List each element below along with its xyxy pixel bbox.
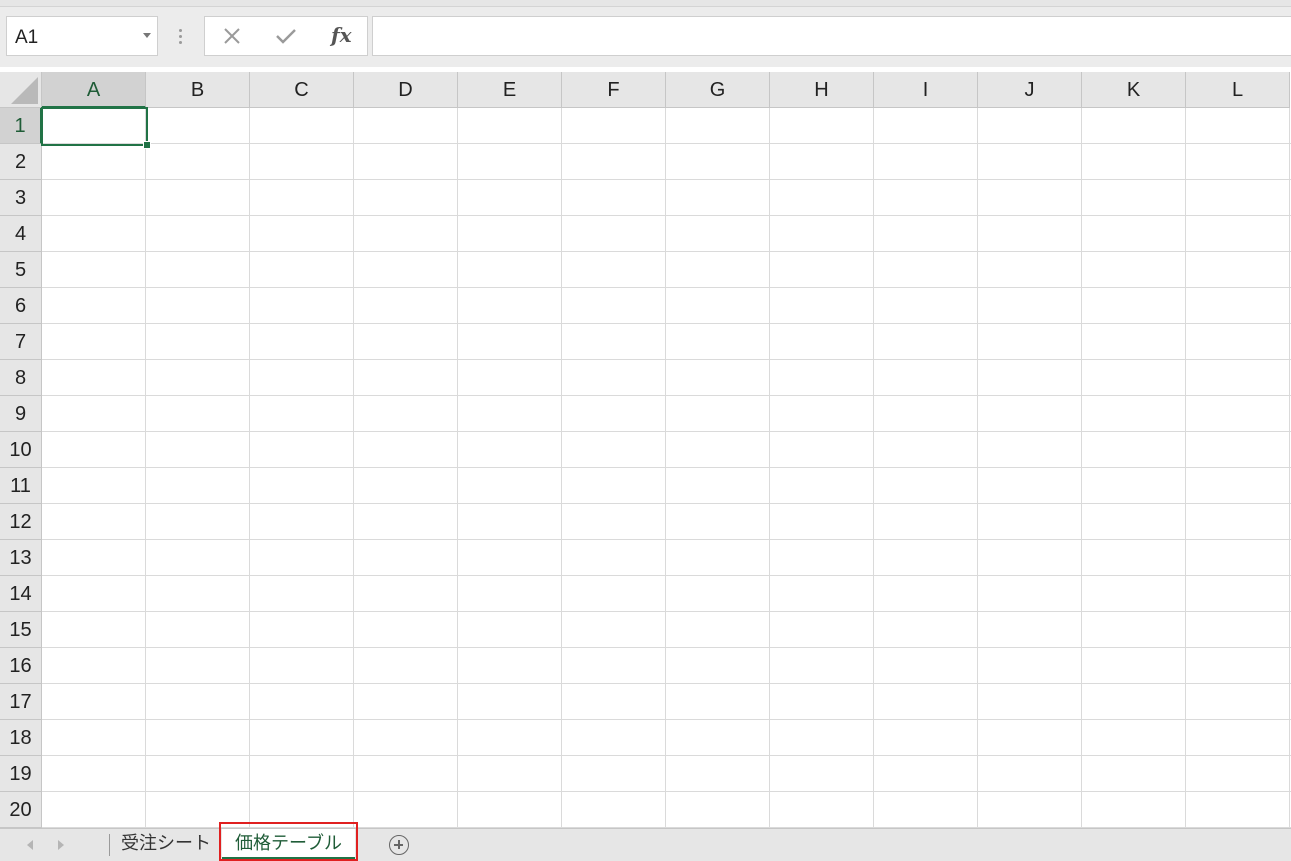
window-top-strip <box>0 0 1291 7</box>
row-header-17[interactable]: 17 <box>0 684 42 720</box>
row-header-3[interactable]: 3 <box>0 180 42 216</box>
formula-input[interactable] <box>372 16 1291 56</box>
gridline-horizontal <box>42 143 1291 144</box>
row-header-13[interactable]: 13 <box>0 540 42 576</box>
chevron-down-icon[interactable] <box>143 33 151 38</box>
gridline-horizontal <box>42 719 1291 720</box>
sheet-tab-order[interactable]: 受注シート <box>113 829 219 860</box>
row-header-14[interactable]: 14 <box>0 576 42 612</box>
column-header-b[interactable]: B <box>146 72 250 108</box>
gridline-horizontal <box>42 539 1291 540</box>
row-header-2[interactable]: 2 <box>0 144 42 180</box>
gridline-vertical <box>1185 108 1186 828</box>
row-header-20[interactable]: 20 <box>0 792 42 828</box>
gridline-vertical <box>145 108 146 828</box>
gridline-horizontal <box>42 791 1291 792</box>
add-sheet-icon[interactable] <box>389 835 409 855</box>
column-header-c[interactable]: C <box>250 72 354 108</box>
sheet-tab-bar: 受注シート 価格テーブル <box>0 828 1291 861</box>
gridline-horizontal <box>42 251 1291 252</box>
gridline-horizontal <box>42 179 1291 180</box>
gridline-vertical <box>353 108 354 828</box>
column-header-f[interactable]: F <box>562 72 666 108</box>
gridline-horizontal <box>42 395 1291 396</box>
row-header-18[interactable]: 18 <box>0 720 42 756</box>
gridline-horizontal <box>42 575 1291 576</box>
row-header-4[interactable]: 4 <box>0 216 42 252</box>
scroll-tabs-left-icon[interactable] <box>27 840 33 850</box>
gridline-vertical <box>1081 108 1082 828</box>
check-icon[interactable] <box>273 23 303 49</box>
row-header-15[interactable]: 15 <box>0 612 42 648</box>
tab-separator <box>109 834 110 856</box>
row-header-16[interactable]: 16 <box>0 648 42 684</box>
row-header-10[interactable]: 10 <box>0 432 42 468</box>
close-icon[interactable] <box>219 23 249 49</box>
column-header-i[interactable]: I <box>874 72 978 108</box>
select-all-button[interactable] <box>0 72 42 108</box>
gridline-horizontal <box>42 431 1291 432</box>
column-header-e[interactable]: E <box>458 72 562 108</box>
row-header-9[interactable]: 9 <box>0 396 42 432</box>
gridline-horizontal <box>42 467 1291 468</box>
gridline-horizontal <box>42 287 1291 288</box>
gridline-horizontal <box>42 359 1291 360</box>
active-cell-a1[interactable] <box>41 107 148 146</box>
row-header-8[interactable]: 8 <box>0 360 42 396</box>
gridline-vertical <box>873 108 874 828</box>
gridline-vertical <box>665 108 666 828</box>
insert-function-button[interactable]: fx <box>331 23 352 47</box>
column-header-l[interactable]: L <box>1186 72 1290 108</box>
fill-handle[interactable] <box>143 141 151 149</box>
column-header-d[interactable]: D <box>354 72 458 108</box>
formula-buttons: fx <box>204 16 368 56</box>
grip-icon[interactable] <box>179 29 182 49</box>
row-header-12[interactable]: 12 <box>0 504 42 540</box>
row-header-6[interactable]: 6 <box>0 288 42 324</box>
row-header-11[interactable]: 11 <box>0 468 42 504</box>
name-box[interactable]: A1 <box>6 16 158 56</box>
gridline-horizontal <box>42 323 1291 324</box>
worksheet-grid[interactable]: A B C D E F G H I J K L 1 2 3 4 5 6 7 8 9 10 11 12 13 14 15 16 17 18 1… <box>0 72 1291 828</box>
column-header-j[interactable]: J <box>978 72 1082 108</box>
gridline-vertical <box>977 108 978 828</box>
gridline-vertical <box>769 108 770 828</box>
gridline-horizontal <box>42 683 1291 684</box>
gridline-vertical <box>1289 108 1290 828</box>
gridline-vertical <box>249 108 250 828</box>
column-header-a[interactable]: A <box>42 72 146 108</box>
column-header-g[interactable]: G <box>666 72 770 108</box>
formula-bar: A1 fx <box>0 7 1291 67</box>
gridline-vertical <box>457 108 458 828</box>
row-header-19[interactable]: 19 <box>0 756 42 792</box>
name-box-value: A1 <box>15 27 39 48</box>
row-header-1[interactable]: 1 <box>0 108 42 144</box>
column-header-k[interactable]: K <box>1082 72 1186 108</box>
scroll-tabs-right-icon[interactable] <box>58 840 64 850</box>
highlight-frame <box>219 822 358 861</box>
gridline-vertical <box>561 108 562 828</box>
gridline-horizontal <box>42 215 1291 216</box>
column-header-h[interactable]: H <box>770 72 874 108</box>
gridline-horizontal <box>42 503 1291 504</box>
gridline-horizontal <box>42 755 1291 756</box>
row-header-5[interactable]: 5 <box>0 252 42 288</box>
row-header-7[interactable]: 7 <box>0 324 42 360</box>
gridline-horizontal <box>42 647 1291 648</box>
gridline-horizontal <box>42 611 1291 612</box>
